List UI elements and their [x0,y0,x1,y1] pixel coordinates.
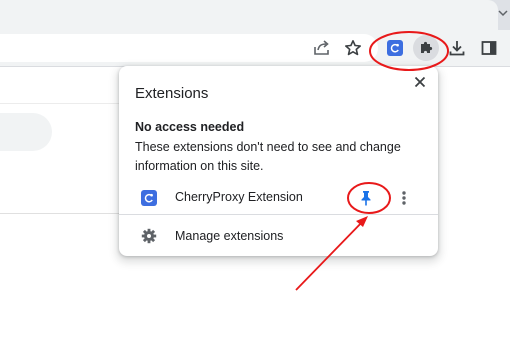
bookmark-star-icon[interactable] [343,38,363,58]
popup-title: Extensions [135,85,209,102]
section-description: These extensions don't need to see and c… [135,140,401,173]
tab-strip [0,0,510,30]
share-icon[interactable] [312,38,332,58]
download-icon[interactable] [447,38,467,58]
content-divider [0,103,120,104]
cherryproxy-icon [387,40,403,56]
puzzle-icon [421,41,433,53]
popup-divider [119,214,438,215]
manage-extensions-button[interactable]: Manage extensions [119,224,438,250]
pin-button[interactable] [355,187,377,209]
window-control-chevron-icon[interactable] [498,6,508,20]
cherryproxy-toolbar-button[interactable] [382,35,408,61]
page-search-pill[interactable] [0,113,52,151]
cherryproxy-icon [141,190,157,206]
pin-icon [361,191,371,206]
extensions-popup: Extensions No access needed These extens… [119,66,438,256]
content-divider [0,213,120,214]
close-icon[interactable] [410,72,430,92]
active-tab[interactable] [0,0,498,30]
gear-icon [141,228,157,244]
section-heading: No access needed [135,120,245,134]
extensions-menu-button[interactable] [413,35,439,61]
side-panel-icon[interactable] [479,38,499,58]
browser-toolbar [0,30,510,67]
more-vert-icon[interactable] [393,187,415,209]
extension-name: CherryProxy Extension [175,190,303,204]
manage-extensions-label: Manage extensions [175,229,284,243]
extension-row[interactable]: CherryProxy Extension [119,183,438,213]
